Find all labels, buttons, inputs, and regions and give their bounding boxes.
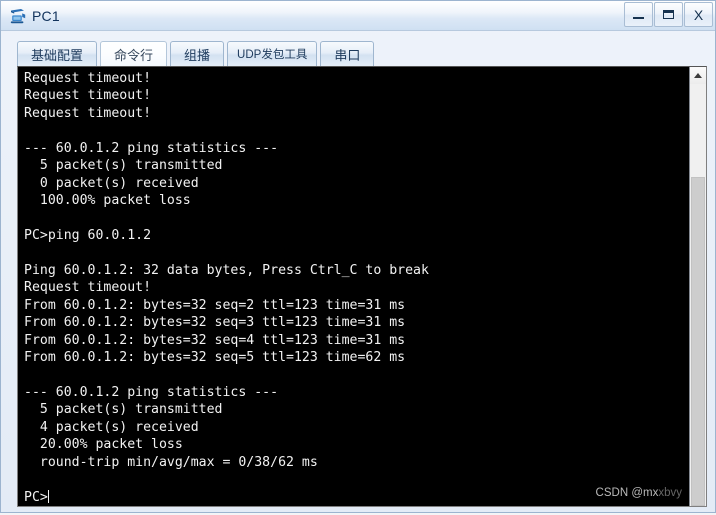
tab-label: 命令行 xyxy=(114,47,154,63)
pc1-window: PC1 X 基础配置 命令行 组播 UDP发包工具 串口 Request tim… xyxy=(0,0,716,513)
tab-bar: 基础配置 命令行 组播 UDP发包工具 串口 xyxy=(9,39,707,66)
minimize-icon xyxy=(633,17,644,19)
maximize-icon xyxy=(663,10,674,19)
title-bar[interactable]: PC1 X xyxy=(1,1,715,31)
tab-serial-port[interactable]: 串口 xyxy=(320,41,375,66)
terminal-line: Request timeout! xyxy=(24,88,152,104)
scroll-up-arrow-icon xyxy=(694,73,702,78)
window-body: 基础配置 命令行 组播 UDP发包工具 串口 Request timeout! R… xyxy=(1,31,715,515)
terminal-line: From 60.0.1.2: bytes=32 seq=5 ttl=123 ti… xyxy=(24,350,406,365)
terminal-line: 5 packet(s) transmitted xyxy=(24,402,223,418)
terminal-line: 5 packet(s) transmitted xyxy=(24,158,223,174)
terminal-panel: Request timeout! Request timeout! Request … xyxy=(17,66,707,507)
terminal-prompt: PC> xyxy=(24,489,48,505)
terminal-line: From 60.0.1.2: bytes=32 seq=4 ttl=123 ti… xyxy=(24,332,406,348)
terminal-line: Request timeout! xyxy=(24,280,152,296)
terminal-line: Request timeout! xyxy=(24,105,152,121)
tab-label: UDP发包工具 xyxy=(237,49,308,61)
maximize-button[interactable] xyxy=(654,2,683,27)
scrollbar-thumb[interactable] xyxy=(691,176,705,506)
minimize-button[interactable] xyxy=(624,2,653,27)
tab-label: 串口 xyxy=(334,47,361,63)
terminal-line: 0 packet(s) received xyxy=(24,175,199,191)
terminal-line: 4 packet(s) received xyxy=(24,419,199,435)
close-button[interactable]: X xyxy=(684,2,713,27)
scroll-up-button[interactable] xyxy=(690,67,706,84)
pc-device-icon xyxy=(8,6,28,26)
terminal-line: 20.00% packet loss xyxy=(24,437,183,453)
scrollbar-track[interactable] xyxy=(690,84,706,506)
window-controls: X xyxy=(623,2,713,28)
tab-udp-packet-tool[interactable]: UDP发包工具 xyxy=(227,41,318,66)
close-icon: X xyxy=(693,6,704,23)
window-title: PC1 xyxy=(32,7,60,24)
terminal-line: round-trip min/avg/max = 0/38/62 ms xyxy=(24,454,318,470)
tab-basic-config[interactable]: 基础配置 xyxy=(17,41,98,66)
terminal-line: 100.00% packet loss xyxy=(24,193,191,209)
terminal-line: PC>ping 60.0.1.2 xyxy=(24,227,152,243)
terminal-line: From 60.0.1.2: bytes=32 seq=2 ttl=123 ti… xyxy=(24,297,406,313)
tab-label: 组播 xyxy=(184,47,211,63)
terminal-line: Request timeout! xyxy=(24,71,152,86)
terminal-scrollbar[interactable] xyxy=(689,67,706,506)
tab-multicast[interactable]: 组播 xyxy=(170,41,225,66)
terminal-line: Ping 60.0.1.2: 32 data bytes, Press Ctrl… xyxy=(24,262,429,278)
terminal-prompt-line[interactable]: PC> xyxy=(24,489,689,506)
terminal-line: --- 60.0.1.2 ping statistics --- xyxy=(24,140,279,156)
terminal-line: --- 60.0.1.2 ping statistics --- xyxy=(24,384,279,400)
terminal-cursor xyxy=(47,489,49,503)
terminal-line: From 60.0.1.2: bytes=32 seq=3 ttl=123 ti… xyxy=(24,315,406,331)
tab-label: 基础配置 xyxy=(31,47,84,63)
terminal-output[interactable]: Request timeout! Request timeout! Request … xyxy=(18,67,689,506)
tab-command-line[interactable]: 命令行 xyxy=(100,41,168,66)
